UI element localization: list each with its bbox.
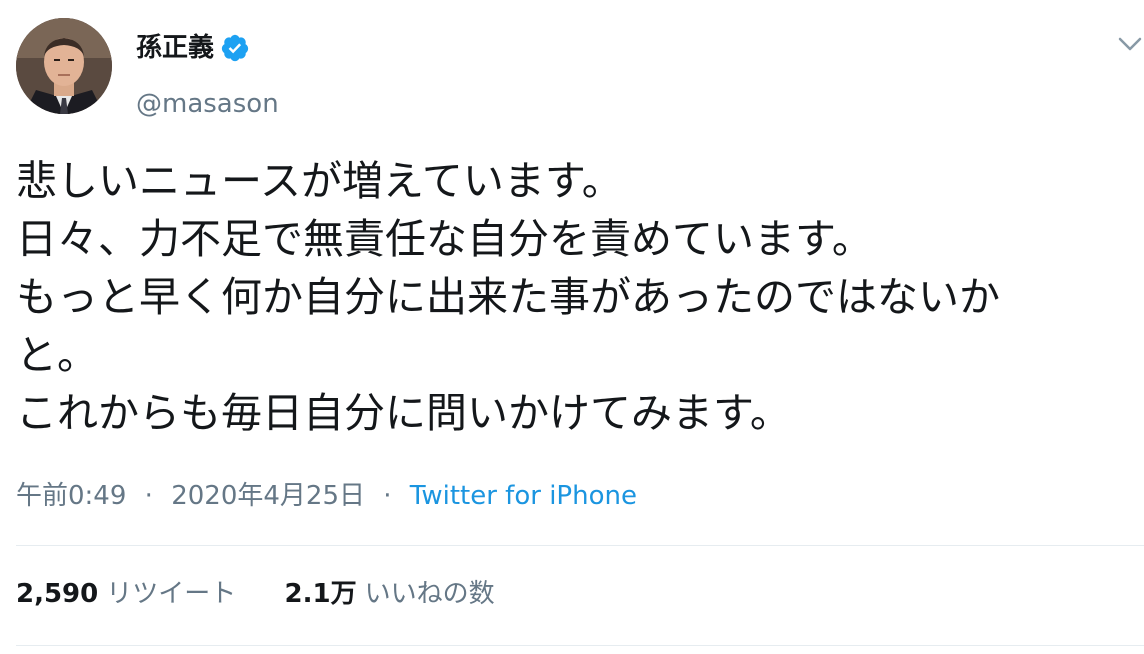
divider [16,545,1144,546]
tweet-line: と。 [16,331,98,379]
likes-stat[interactable]: 2.1万 いいねの数 [285,576,495,612]
avatar[interactable] [16,18,112,114]
tweet-header: 孫正義 @masason [16,18,1142,120]
display-name[interactable]: 孫正義 [136,32,214,64]
verified-badge-icon [220,33,250,63]
separator: · [383,481,392,511]
chevron-down-icon[interactable] [1116,30,1144,58]
name-row: 孫正義 [136,30,250,66]
retweets-label: リツイート [106,579,237,609]
likes-count: 2.1万 [284,579,357,609]
avatar-photo [16,18,112,114]
tweet-line: 日々、力不足で無責任な自分を責めています。 [16,215,873,263]
user-handle[interactable]: @masason [136,88,279,120]
tweet-card: 孫正義 @masason 悲しいニュースが増えています。 日々、力不足で無責任な… [0,0,1144,654]
divider [16,645,1144,646]
retweets-count: 2,590 [16,579,99,609]
tweet-date[interactable]: 2020年4月25日 [171,481,365,511]
tweet-line: もっと早く何か自分に出来た事があったのではないか [16,273,1000,321]
tweet-source-link[interactable]: Twitter for iPhone [410,481,637,511]
tweet-line: 悲しいニュースが増えています。 [16,157,623,205]
tweet-meta: 午前0:49 · 2020年4月25日 · Twitter for iPhone [16,478,637,514]
tweet-text: 悲しいニュースが増えています。 日々、力不足で無責任な自分を責めています。 もっ… [16,152,1136,442]
separator: · [144,481,153,511]
tweet-time[interactable]: 午前0:49 [16,481,126,511]
tweet-stats: 2,590 リツイート 2.1万 いいねの数 [16,576,535,612]
retweets-stat[interactable]: 2,590 リツイート [16,576,236,612]
tweet-line: これからも毎日自分に問いかけてみます。 [16,389,791,437]
likes-label: いいねの数 [364,579,495,609]
